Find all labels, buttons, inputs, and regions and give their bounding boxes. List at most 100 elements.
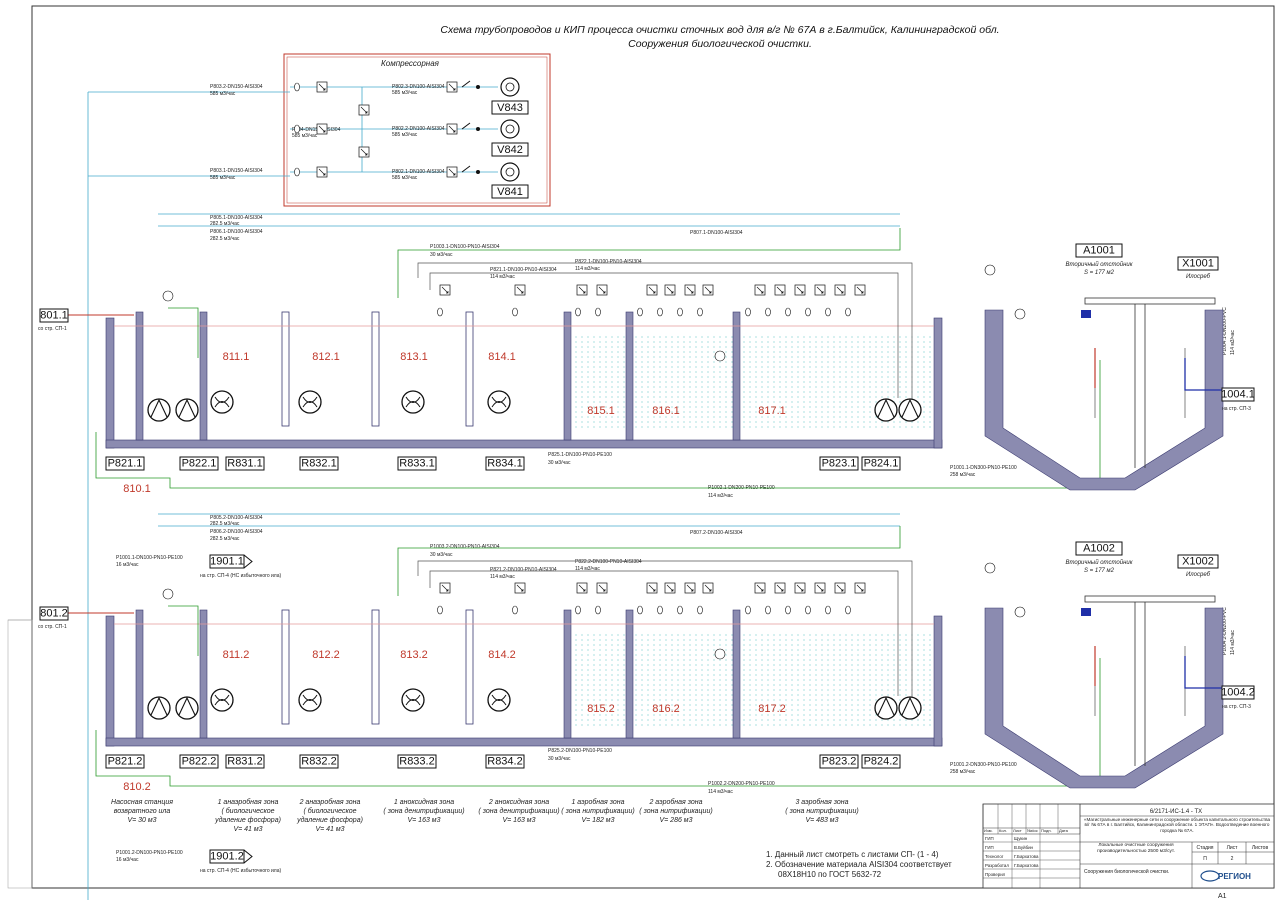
- pump-icon[interactable]: [147, 696, 171, 720]
- compressor-title: Компрессорная: [381, 59, 440, 68]
- scraper-tag[interactable]: X1001: [1177, 256, 1219, 271]
- mixer-icon[interactable]: [401, 390, 425, 414]
- overflow-tag[interactable]: 1901.2: [209, 849, 245, 864]
- valve-icon[interactable]: [514, 582, 526, 594]
- valve-icon[interactable]: [446, 81, 458, 93]
- valve-icon[interactable]: [576, 582, 588, 594]
- valve-icon[interactable]: [794, 284, 806, 296]
- valve-icon[interactable]: [854, 284, 866, 296]
- mixer-icon[interactable]: [401, 688, 425, 712]
- flow-label: 585 м3/час: [210, 91, 236, 97]
- tag-text: P822.2: [182, 756, 217, 768]
- valve-icon[interactable]: [854, 582, 866, 594]
- pump-icon[interactable]: [175, 398, 199, 422]
- pipe-label: P1001.2-DN300-PN10-PE100: [950, 762, 1017, 768]
- outlet-tag[interactable]: 1004.1: [1221, 387, 1255, 402]
- mixer-icon[interactable]: [210, 390, 234, 414]
- pump-icon[interactable]: [147, 398, 171, 422]
- equipment-tag[interactable]: P824.2: [861, 754, 901, 769]
- valve-icon[interactable]: [684, 582, 696, 594]
- valve-icon[interactable]: [446, 166, 458, 178]
- valve-icon[interactable]: [596, 284, 608, 296]
- valve-icon[interactable]: [754, 582, 766, 594]
- tag-text: 1901.2: [210, 851, 244, 863]
- caption-line: удаление фосфора): [214, 816, 281, 824]
- equipment-tag[interactable]: R832.1: [299, 456, 339, 471]
- valve-icon[interactable]: [316, 166, 328, 178]
- equipment-tag[interactable]: R834.1: [485, 456, 525, 471]
- blower-v842[interactable]: V842: [491, 119, 529, 157]
- equipment-tag[interactable]: R832.2: [299, 754, 339, 769]
- valve-icon[interactable]: [774, 284, 786, 296]
- mixer-icon[interactable]: [487, 688, 511, 712]
- equipment-tag[interactable]: R833.2: [397, 754, 437, 769]
- valve-icon[interactable]: [834, 582, 846, 594]
- valve-icon[interactable]: [794, 582, 806, 594]
- mixer-icon[interactable]: [210, 688, 234, 712]
- pump-icon[interactable]: [874, 696, 898, 720]
- valve-icon[interactable]: [358, 146, 370, 158]
- valve-icon[interactable]: [646, 582, 658, 594]
- pipe-p821: [429, 570, 899, 696]
- blower-v841[interactable]: V841: [491, 162, 529, 199]
- equipment-tag[interactable]: P823.2: [819, 754, 859, 769]
- tag-text: 801.1: [40, 310, 68, 322]
- valve-icon[interactable]: [514, 284, 526, 296]
- inlet-tag[interactable]: 801.1: [39, 308, 69, 323]
- equipment-tag[interactable]: R834.2: [485, 754, 525, 769]
- valve-icon[interactable]: [814, 582, 826, 594]
- valve-icon[interactable]: [646, 284, 658, 296]
- mixer-icon[interactable]: [298, 688, 322, 712]
- valve-icon[interactable]: [439, 284, 451, 296]
- valve-icon[interactable]: [576, 284, 588, 296]
- equipment-tag[interactable]: P822.1: [179, 456, 219, 471]
- valve-icon[interactable]: [596, 582, 608, 594]
- pump-icon[interactable]: [898, 696, 922, 720]
- mixer-icon[interactable]: [487, 390, 511, 414]
- compressor-room: Компрессорная V843 V842 V841 P802.3-DN10…: [283, 53, 551, 207]
- scraper-tag[interactable]: X1002: [1177, 554, 1219, 569]
- valve-icon[interactable]: [754, 284, 766, 296]
- overflow-pipe: P1001.1-DN100-PN10-PE100: [116, 555, 183, 561]
- flowmeter-icon: [697, 307, 703, 317]
- equipment-tag[interactable]: R831.1: [225, 456, 265, 471]
- valve-icon[interactable]: [774, 582, 786, 594]
- valve-icon[interactable]: [664, 582, 676, 594]
- valve-icon[interactable]: [834, 284, 846, 296]
- clarifier-tag[interactable]: A1002: [1075, 541, 1123, 556]
- equipment-tag[interactable]: P823.1: [819, 456, 859, 471]
- overflow-tag[interactable]: 1901.1: [209, 554, 245, 569]
- pump-icon[interactable]: [874, 398, 898, 422]
- pipe-label: P1003.1-DN100-PN10-AISI304: [430, 244, 500, 250]
- equipment-tag[interactable]: R831.2: [225, 754, 265, 769]
- caption-line: ( зона нитрификации): [639, 808, 712, 815]
- inlet-tag[interactable]: 801.2: [39, 606, 69, 621]
- valve-icon[interactable]: [702, 582, 714, 594]
- equipment-tag[interactable]: P821.1: [105, 456, 145, 471]
- valve-icon[interactable]: [316, 123, 328, 135]
- valve-icon[interactable]: [316, 81, 328, 93]
- valve-icon[interactable]: [446, 123, 458, 135]
- equipment-tag[interactable]: P824.1: [861, 456, 901, 471]
- valve-icon[interactable]: [439, 582, 451, 594]
- flowmeter-icon: [294, 167, 300, 177]
- valve-icon[interactable]: [358, 104, 370, 116]
- flowmeter-icon: [294, 124, 300, 134]
- caption-line: Насосная станция: [111, 799, 173, 806]
- outlet-tag[interactable]: 1004.2: [1221, 685, 1255, 700]
- valve-icon[interactable]: [664, 284, 676, 296]
- pump-icon[interactable]: [175, 696, 199, 720]
- flowmeter-icon: [805, 307, 811, 317]
- pump-icon[interactable]: [898, 398, 922, 422]
- tag-text: R833.2: [399, 756, 434, 768]
- valve-icon[interactable]: [702, 284, 714, 296]
- equipment-tag[interactable]: P822.2: [179, 754, 219, 769]
- mixer-icon[interactable]: [298, 390, 322, 414]
- valve-icon[interactable]: [684, 284, 696, 296]
- flowmeter-icon: [845, 605, 851, 615]
- clarifier-tag[interactable]: A1001: [1075, 243, 1123, 258]
- equipment-tag[interactable]: R833.1: [397, 456, 437, 471]
- equipment-tag[interactable]: P821.2: [105, 754, 145, 769]
- valve-icon[interactable]: [814, 284, 826, 296]
- blower-v843[interactable]: V843: [491, 77, 529, 115]
